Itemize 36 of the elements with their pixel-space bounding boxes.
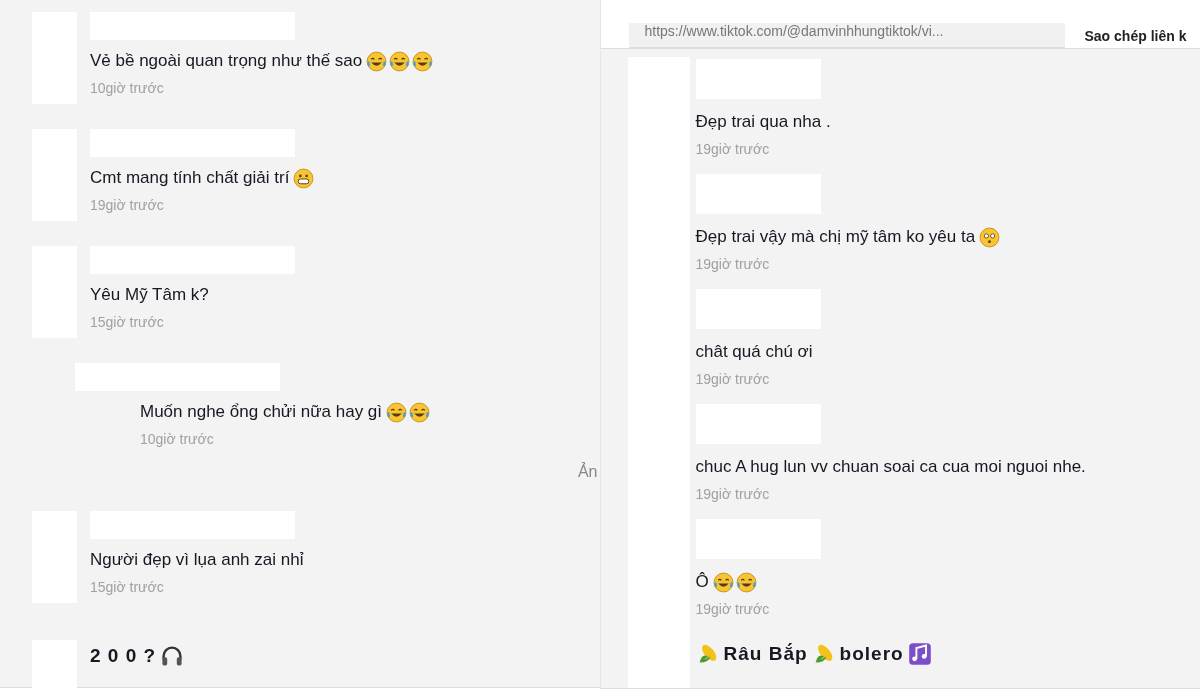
- comment-time: 19giờ trước: [695, 141, 771, 157]
- comment-time: 19giờ trước: [695, 371, 771, 387]
- comment-text: Yêu Mỹ Tâm k?: [90, 285, 209, 305]
- comment-time: 10giờ trước: [140, 431, 215, 447]
- laughing-face-icon: [412, 50, 434, 72]
- username: bolero: [839, 643, 904, 665]
- comment-text: Đẹp trai vậy mà chị mỹ tâm ko yêu ta: [695, 227, 976, 247]
- comment-text: Người đẹp vì lụa anh zai nhỉ: [90, 550, 304, 570]
- comment-time: 15giờ trước: [90, 314, 165, 330]
- comment-text: Cmt mang tính chất giải trí: [90, 168, 290, 188]
- comment-text: Muốn nghe ổng chửi nữa hay gì: [140, 402, 383, 422]
- laughing-face-icon: [712, 571, 734, 593]
- comment-time: 15giờ trước: [90, 579, 165, 595]
- comment-text: Ô: [695, 572, 709, 592]
- comment-time: 10giờ trước: [90, 80, 165, 96]
- comment-time: 19giờ trước: [695, 486, 771, 502]
- comment-text: Đẹp trai qua nha .: [695, 112, 831, 132]
- comment-text: chuc A hug lun vv chuan soai ca cua moi nguoi nhe.: [695, 457, 1086, 477]
- grinning-face-icon: [293, 167, 315, 189]
- username: Râu Bắp: [723, 643, 808, 665]
- username: 2 0 0 ?: [90, 645, 157, 667]
- laughing-face-icon: [366, 50, 388, 72]
- comment-time: 19giờ trước: [90, 197, 165, 213]
- comment-text: chât quá chú ơi: [695, 342, 813, 362]
- headphones-icon: [160, 644, 185, 668]
- hide-link[interactable]: Ản: [577, 463, 598, 481]
- laughing-face-icon: [389, 50, 411, 72]
- comment-time: 19giờ trước: [695, 601, 771, 617]
- link-field[interactable]: https://www.tiktok.com/@damvinhhungtiktok/vi...: [628, 23, 1065, 48]
- music-note-icon: [907, 642, 932, 666]
- comment-time: 19giờ trước: [695, 256, 771, 272]
- flushed-face-icon: [979, 226, 1001, 248]
- laughing-face-icon: [409, 401, 431, 423]
- laughing-face-icon: [386, 401, 408, 423]
- laughing-face-icon: [735, 571, 757, 593]
- comment-text: Vẻ bề ngoài quan trọng như thế sao: [90, 51, 363, 71]
